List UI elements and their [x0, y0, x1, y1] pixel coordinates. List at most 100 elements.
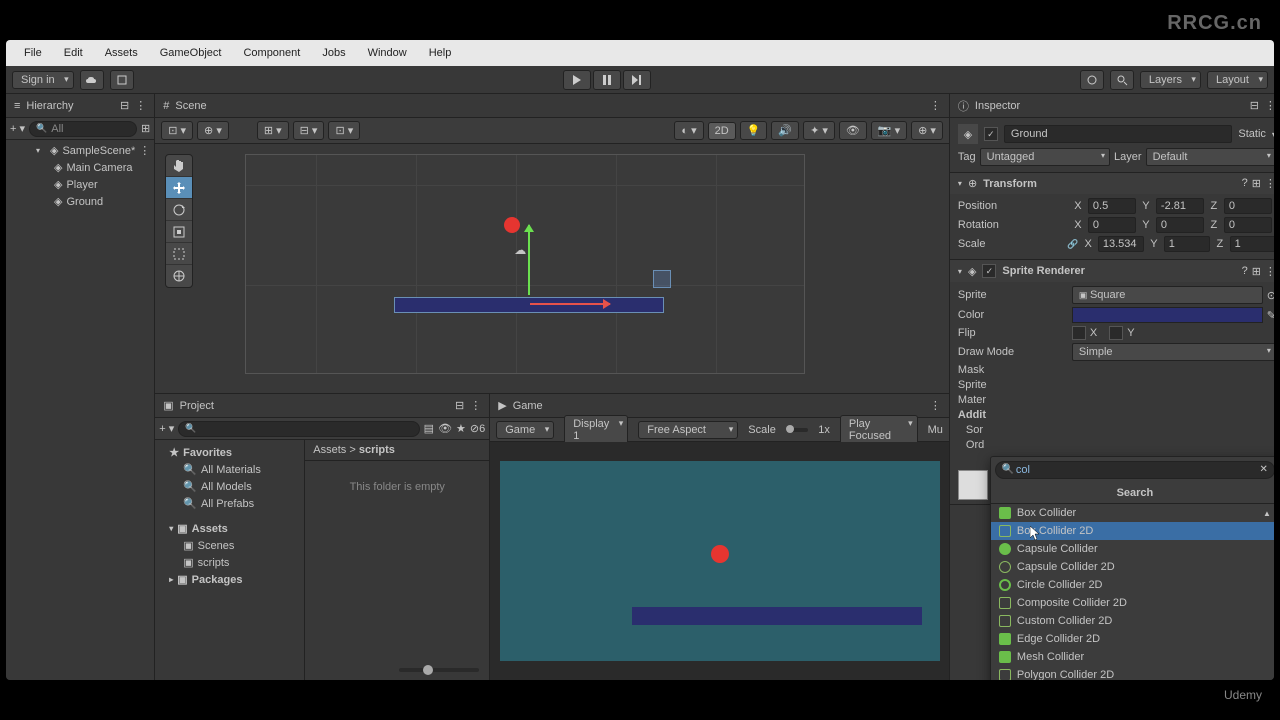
filter-icon[interactable]: ▤ [424, 422, 434, 435]
expand-arrow-icon[interactable]: ▾ [36, 146, 46, 155]
draw-mode-dropdown[interactable]: ◐ ▾ [674, 121, 703, 140]
scale-y-field[interactable]: 1 [1164, 236, 1210, 252]
hierarchy-search[interactable]: 🔍 All [29, 121, 137, 137]
project-menu-icon[interactable]: ⋮ [470, 399, 481, 412]
folder-scenes[interactable]: ▣Scenes [155, 537, 304, 554]
scale-x-field[interactable]: 13.534 [1098, 236, 1144, 252]
collapse-arrow-icon[interactable]: ▾ [958, 179, 962, 188]
menu-jobs[interactable]: Jobs [312, 43, 355, 63]
collapse-arrow-icon[interactable]: ▾ [958, 267, 962, 276]
tag-dropdown[interactable]: Untagged [980, 148, 1110, 166]
hierarchy-item-player[interactable]: ◈ Player [6, 176, 154, 193]
rect-tool[interactable] [166, 243, 192, 265]
play-button[interactable] [563, 70, 591, 90]
move-gizmo-x[interactable] [530, 303, 610, 305]
enabled-checkbox[interactable]: ✓ [982, 264, 996, 278]
search-result-capsule-collider[interactable]: Capsule Collider [991, 540, 1274, 558]
position-x-field[interactable]: 0.5 [1088, 198, 1136, 214]
increment-snap-icon[interactable]: ⊟ ▾ [293, 121, 325, 140]
transform-header[interactable]: ▾ ⊕ Transform ?⊞⋮ [950, 173, 1274, 194]
layers-dropdown[interactable]: Layers [1140, 71, 1201, 89]
search-result-mesh-collider[interactable]: Mesh Collider [991, 648, 1274, 666]
component-menu-icon[interactable]: ⋮ [1265, 265, 1274, 278]
assets-folder[interactable]: ▾▣Assets [155, 520, 304, 537]
hierarchy-filter-icon[interactable]: ⊞ [141, 122, 150, 135]
scene-canvas[interactable]: ☁ [245, 154, 805, 374]
object-picker-icon[interactable]: ⊙ [1267, 289, 1274, 302]
menu-window[interactable]: Window [358, 43, 417, 63]
game-view[interactable] [490, 442, 949, 680]
search-result-polygon-collider-2d[interactable]: Polygon Collider 2D [991, 666, 1274, 680]
camera-dropdown-icon[interactable]: 📷 ▾ [871, 121, 907, 140]
static-dropdown[interactable]: ▾ [1272, 130, 1274, 139]
grid-snap-icon[interactable]: ⊞ ▾ [257, 121, 289, 140]
game-menu-icon[interactable]: ⋮ [930, 399, 941, 412]
fx-toggle-icon[interactable]: ✦ ▾ [803, 121, 835, 140]
flip-y-checkbox[interactable] [1109, 326, 1123, 340]
hierarchy-lock-icon[interactable]: ⊟ [120, 99, 129, 112]
breadcrumb-root[interactable]: Assets [313, 444, 346, 456]
position-y-field[interactable]: -2.81 [1156, 198, 1204, 214]
search-icon[interactable] [1110, 70, 1134, 90]
undo-history-icon[interactable] [1080, 70, 1104, 90]
rotation-x-field[interactable]: 0 [1088, 217, 1136, 233]
star-icon[interactable]: ★ [456, 422, 466, 435]
display-dropdown[interactable]: Display 1 [564, 415, 628, 445]
global-dropdown[interactable]: ⊕ ▾ [197, 121, 229, 140]
help-icon[interactable]: ? [1242, 265, 1248, 278]
transform-tool[interactable] [166, 265, 192, 287]
scale-tool[interactable] [166, 221, 192, 243]
slider-thumb[interactable] [786, 425, 794, 433]
project-search[interactable]: 🔍 [178, 421, 419, 437]
2d-toggle[interactable]: 2D [708, 122, 736, 140]
fav-all-models[interactable]: 🔍All Models [155, 478, 304, 495]
flip-x-checkbox[interactable] [1072, 326, 1086, 340]
sprite-field[interactable]: ▣ Square [1072, 286, 1263, 304]
menu-assets[interactable]: Assets [95, 43, 148, 63]
expand-arrow-icon[interactable]: ▸ [169, 575, 173, 584]
hierarchy-menu-icon[interactable]: ⋮ [135, 99, 146, 112]
layer-dropdown[interactable]: Default [1146, 148, 1274, 166]
help-icon[interactable]: ? [1242, 177, 1248, 190]
mute-label-truncated[interactable]: Mu [928, 424, 943, 436]
rotate-tool[interactable] [166, 199, 192, 221]
player-sprite[interactable] [504, 217, 520, 233]
ground-sprite[interactable] [394, 297, 664, 313]
eyedropper-icon[interactable]: ✎ [1267, 309, 1274, 322]
eye-icon[interactable]: 👁 [438, 422, 452, 435]
preset-icon[interactable]: ⊞ [1252, 177, 1261, 190]
search-result-edge-collider-2d[interactable]: Edge Collider 2D [991, 630, 1274, 648]
menu-gameobject[interactable]: GameObject [150, 43, 232, 63]
slider-thumb[interactable] [423, 665, 433, 675]
folder-scripts[interactable]: ▣scripts [155, 554, 304, 571]
clear-search-icon[interactable]: ✕ [1260, 464, 1268, 475]
move-gizmo-y[interactable] [528, 225, 530, 295]
material-preview[interactable] [958, 470, 988, 500]
pivot-dropdown[interactable]: ⊡ ▾ [161, 121, 193, 140]
hierarchy-item-main-camera[interactable]: ◈ Main Camera [6, 159, 154, 176]
snap-toggle-icon[interactable]: ⊡ ▾ [328, 121, 360, 140]
create-dropdown[interactable]: + ▾ [10, 122, 25, 135]
create-dropdown[interactable]: + ▾ [159, 422, 174, 435]
search-result-custom-collider-2d[interactable]: Custom Collider 2D [991, 612, 1274, 630]
fav-all-prefabs[interactable]: 🔍All Prefabs [155, 495, 304, 512]
position-z-field[interactable]: 0 [1224, 198, 1272, 214]
play-focused-dropdown[interactable]: Play Focused [840, 415, 918, 445]
scroll-up-icon[interactable]: ▲ [1263, 509, 1271, 518]
move-tool[interactable] [166, 177, 192, 199]
component-menu-icon[interactable]: ⋮ [1265, 177, 1274, 190]
package-icon[interactable] [110, 70, 134, 90]
gameobject-icon[interactable]: ◈ [958, 124, 978, 144]
scene-menu-icon[interactable]: ⋮ [139, 144, 150, 157]
sprite-renderer-header[interactable]: ▾ ◈ ✓ Sprite Renderer ?⊞⋮ [950, 260, 1274, 282]
rotation-z-field[interactable]: 0 [1224, 217, 1272, 233]
search-result-box-collider[interactable]: Box Collider▲ [991, 504, 1274, 522]
inspector-menu-icon[interactable]: ⋮ [1265, 99, 1274, 112]
menu-help[interactable]: Help [419, 43, 462, 63]
visibility-toggle-icon[interactable]: 👁 [839, 121, 867, 140]
thumbnail-size-slider[interactable] [399, 668, 479, 672]
draw-mode-dropdown[interactable]: Simple [1072, 343, 1274, 361]
menu-edit[interactable]: Edit [54, 43, 93, 63]
constrain-icon[interactable]: 🔗 [1067, 239, 1078, 250]
menu-file[interactable]: File [14, 43, 52, 63]
